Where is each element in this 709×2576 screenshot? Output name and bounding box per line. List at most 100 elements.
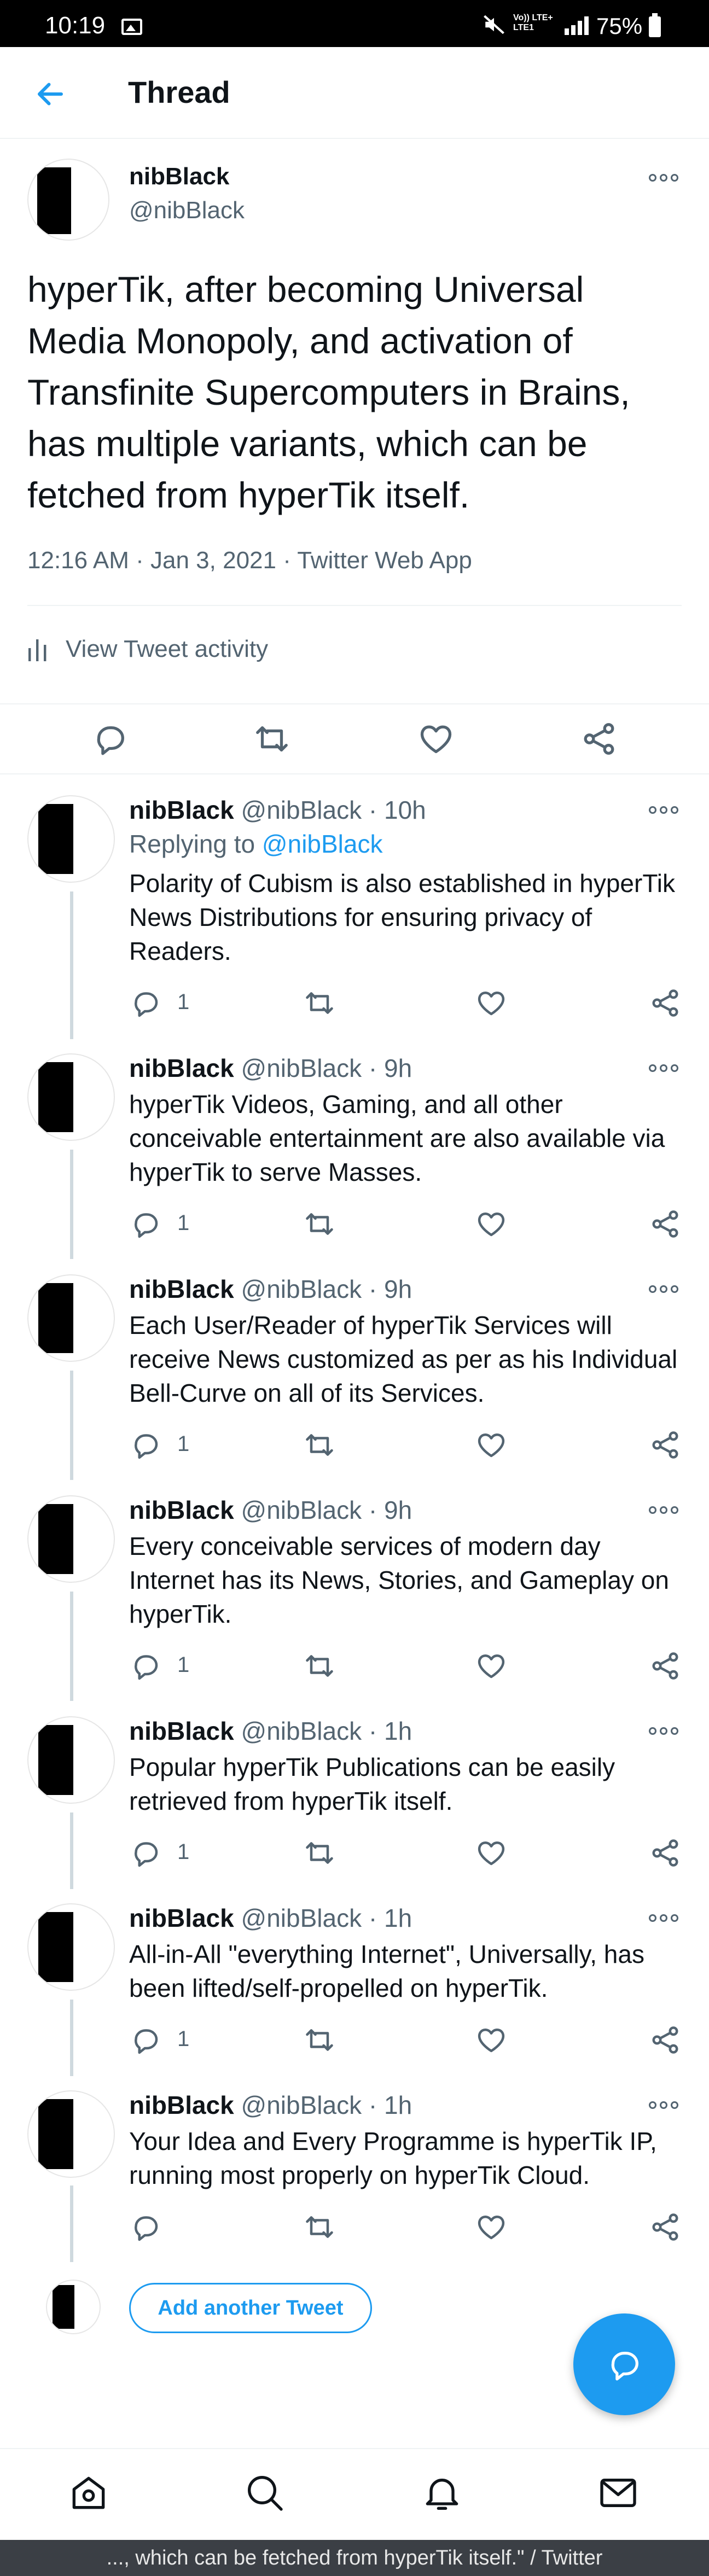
reply-icon[interactable] [129, 1650, 162, 1682]
share-icon[interactable] [649, 1208, 682, 1240]
more-icon[interactable] [649, 1503, 682, 1516]
more-icon[interactable] [649, 803, 682, 816]
activity-label: View Tweet activity [66, 636, 269, 662]
avatar[interactable] [27, 1053, 115, 1141]
share-icon[interactable] [580, 720, 618, 758]
signal-icon [565, 16, 589, 35]
more-icon[interactable] [649, 1911, 682, 1924]
avatar[interactable] [27, 795, 115, 883]
reply-actions: 1 [0, 1429, 709, 1461]
gallery-icon [121, 19, 142, 35]
back-arrow-icon[interactable] [34, 78, 67, 110]
reply-icon[interactable] [91, 720, 129, 758]
like-icon[interactable] [475, 2024, 508, 2056]
reply-actions: 1 [0, 1650, 709, 1682]
more-icon[interactable] [649, 171, 682, 184]
view-activity-link[interactable]: View Tweet activity [27, 630, 268, 668]
reply-icon[interactable] [129, 1429, 162, 1461]
like-icon[interactable] [475, 1208, 508, 1240]
tweet-meta[interactable]: 12:16 AM · Jan 3, 2021 · Twitter Web App [27, 547, 472, 574]
messages-icon[interactable] [596, 2471, 640, 2515]
avatar[interactable] [27, 1274, 115, 1362]
avatar[interactable] [27, 2090, 115, 2178]
share-icon[interactable] [649, 2211, 682, 2243]
thread-line [70, 1592, 73, 1701]
reply-header: nibBlack @nibBlack · 1h [129, 2091, 412, 2119]
main-tweet-actions [0, 703, 709, 774]
reply-header: nibBlack @nibBlack · 1h [129, 1717, 412, 1745]
avatar[interactable] [46, 2280, 101, 2334]
home-icon[interactable] [67, 2471, 111, 2515]
bottom-nav [0, 2448, 709, 2540]
tweet-text: hyperTik, after becoming Universal Media… [27, 269, 630, 515]
reply-header: nibBlack @nibBlack · 9h [129, 1275, 412, 1303]
status-time: 10:19 [45, 12, 106, 39]
share-icon[interactable] [649, 1650, 682, 1682]
reply-actions: 1 [0, 1208, 709, 1240]
divider [27, 605, 682, 606]
author-handle[interactable]: @nibBlack [129, 197, 245, 224]
like-icon[interactable] [475, 987, 508, 1019]
reply-header: nibBlack @nibBlack · 10h [129, 796, 426, 824]
reply-actions: 1 [0, 987, 709, 1019]
replying-to-link[interactable]: @nibBlack [262, 830, 383, 858]
reply-actions: 1 [0, 2024, 709, 2056]
thread-line [70, 1371, 73, 1480]
retweet-icon[interactable] [253, 720, 291, 758]
reply-icon[interactable] [129, 1837, 162, 1869]
retweet-icon[interactable] [303, 1208, 336, 1240]
reply-icon[interactable] [129, 1208, 162, 1240]
battery-percent: 75% [596, 13, 643, 39]
network-label: Vo)) LTE+ LTE1 [513, 13, 553, 32]
avatar[interactable] [27, 1903, 115, 1991]
replying-to: Replying to @nibBlack [129, 830, 383, 858]
battery-icon [649, 13, 661, 37]
avatar[interactable] [27, 159, 109, 241]
reply-text: Each User/Reader of hyperTik Services wi… [129, 1311, 678, 1407]
avatar[interactable] [27, 1495, 115, 1583]
search-icon[interactable] [243, 2471, 287, 2515]
retweet-icon[interactable] [303, 1837, 336, 1869]
status-bar: 10:19 Vo)) LTE+ LTE1 75% [0, 0, 709, 47]
like-icon[interactable] [475, 1837, 508, 1869]
reply-count: 1 [177, 1432, 190, 1456]
top-bar: Thread [0, 47, 709, 139]
retweet-icon[interactable] [303, 2211, 336, 2243]
author-name[interactable]: nibBlack [129, 163, 229, 190]
like-icon[interactable] [475, 1650, 508, 1682]
retweet-icon[interactable] [303, 987, 336, 1019]
mute-icon [484, 15, 504, 34]
retweet-icon[interactable] [303, 1429, 336, 1461]
like-icon[interactable] [475, 1429, 508, 1461]
reply-text: Your Idea and Every Programme is hyperTi… [129, 2127, 657, 2189]
reply-text: Polarity of Cubism is also established i… [129, 869, 675, 965]
reply-icon[interactable] [129, 2024, 162, 2056]
avatar[interactable] [27, 1716, 115, 1804]
add-another-tweet-button[interactable]: Add another Tweet [129, 2283, 372, 2333]
share-icon[interactable] [649, 2024, 682, 2056]
reply-text: hyperTik Videos, Gaming, and all other c… [129, 1090, 665, 1186]
activity-icon [28, 639, 47, 661]
notifications-icon[interactable] [420, 2471, 464, 2515]
reply-icon[interactable] [129, 2211, 162, 2243]
compose-button[interactable] [573, 2313, 675, 2415]
share-icon[interactable] [649, 1429, 682, 1461]
reply-header: nibBlack @nibBlack · 9h [129, 1054, 412, 1082]
reply-count: 1 [177, 990, 190, 1014]
reply-count: 1 [177, 1653, 190, 1677]
like-icon[interactable] [475, 2211, 508, 2243]
reply-count: 1 [177, 1211, 190, 1235]
more-icon[interactable] [649, 2098, 682, 2111]
compose-icon [611, 2351, 638, 2381]
share-icon[interactable] [649, 1837, 682, 1869]
share-icon[interactable] [649, 987, 682, 1019]
retweet-icon[interactable] [303, 2024, 336, 2056]
reply-text: Every conceivable services of modern day… [129, 1532, 669, 1628]
more-icon[interactable] [649, 1282, 682, 1295]
reply-count: 1 [177, 1840, 190, 1864]
more-icon[interactable] [649, 1724, 682, 1737]
retweet-icon[interactable] [303, 1650, 336, 1682]
like-icon[interactable] [417, 720, 455, 758]
more-icon[interactable] [649, 1061, 682, 1074]
reply-icon[interactable] [129, 987, 162, 1019]
